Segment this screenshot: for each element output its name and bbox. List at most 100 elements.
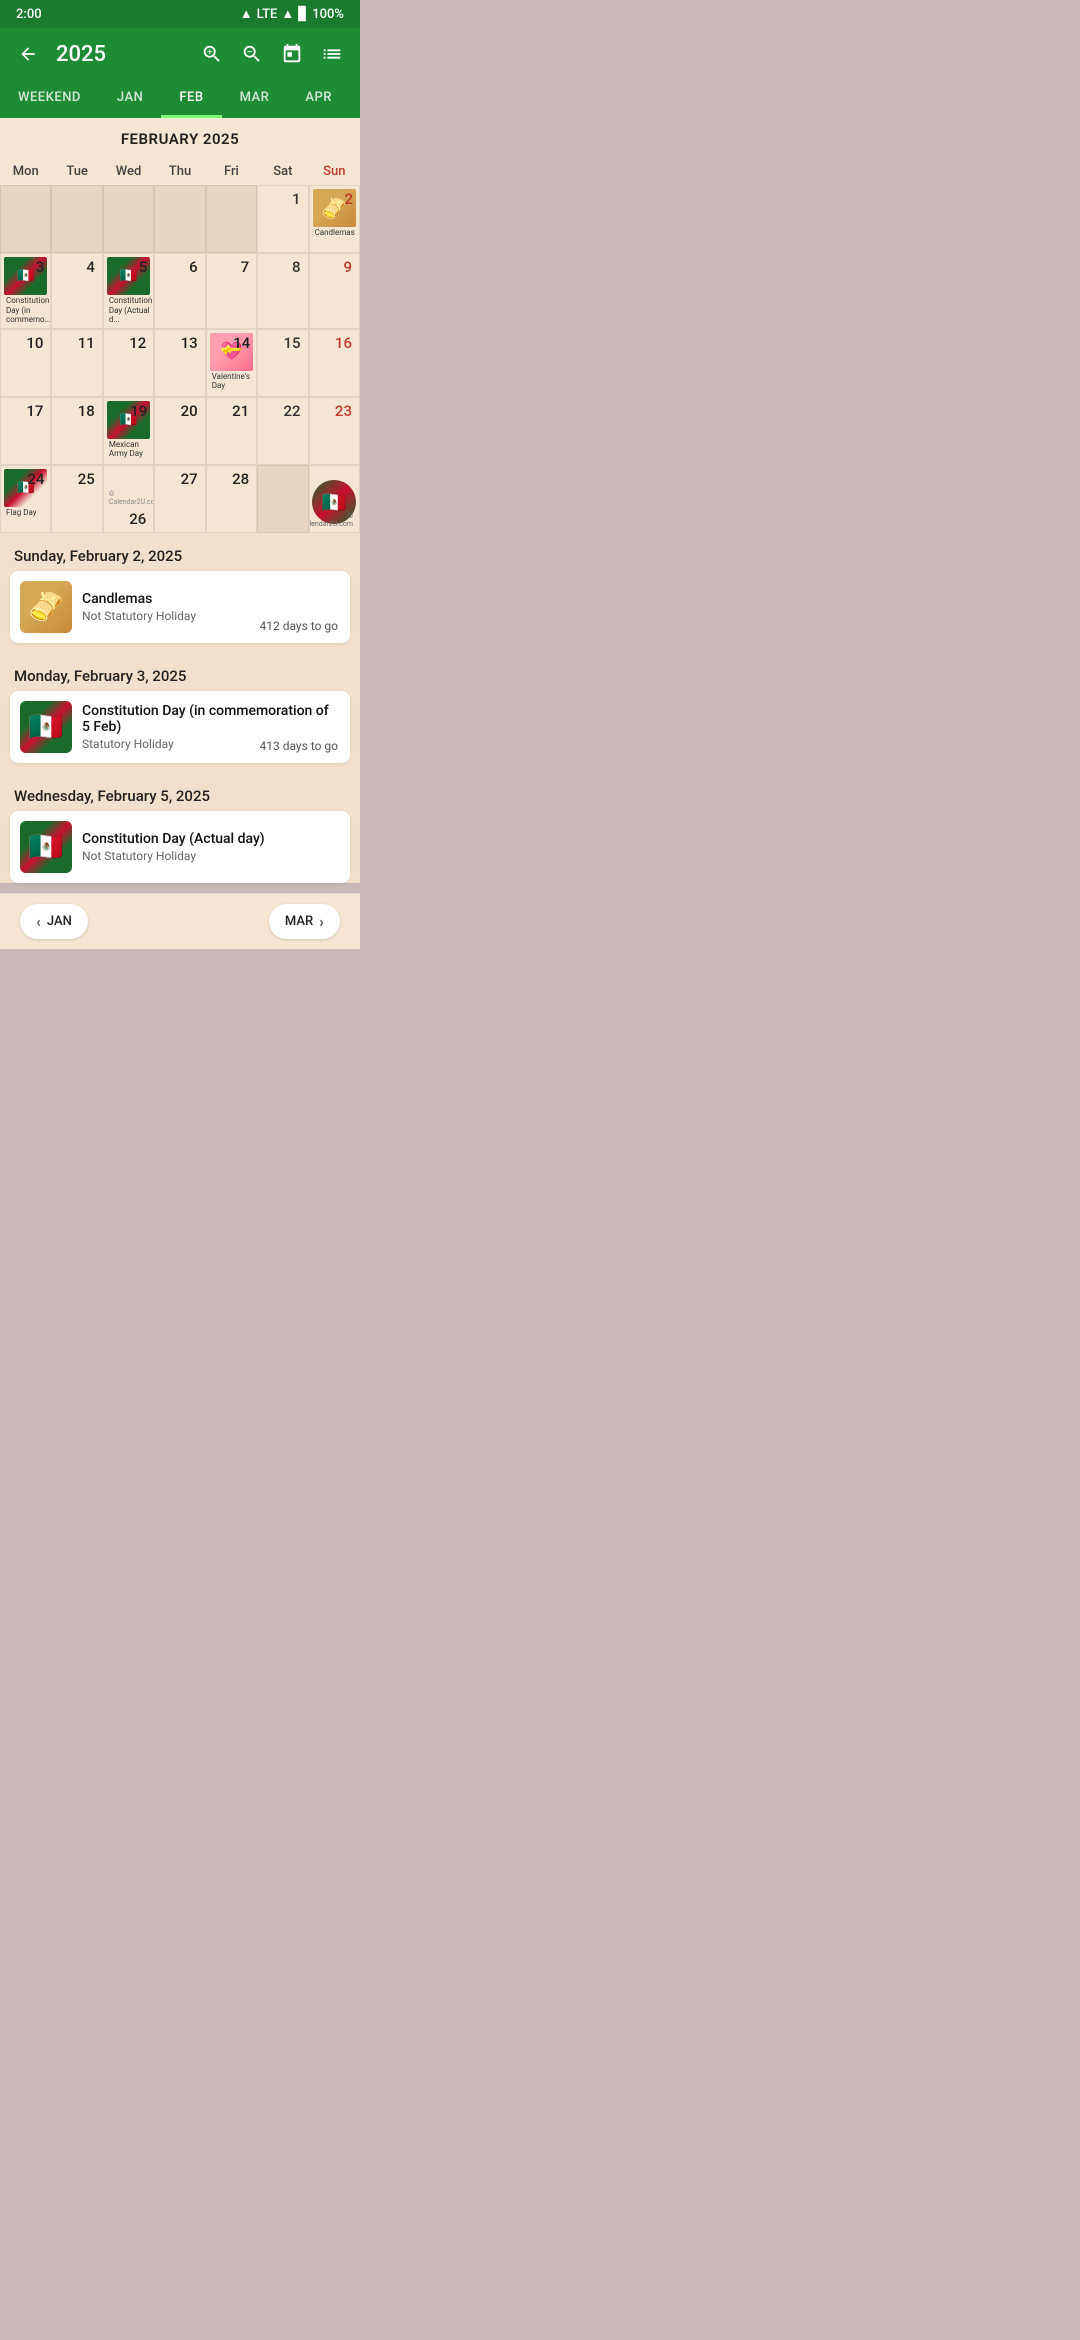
day-empty-2 [51,185,102,253]
toolbar: 2025 [0,28,360,80]
day-empty-sat [257,465,308,533]
header-mon: Mon [0,156,51,185]
tab-mar[interactable]: MAR [222,80,288,118]
event-days-constitution: 413 days to go [260,739,338,753]
copyright-text: © Calendar2U.com [309,510,357,530]
day-number-25: 25 [74,468,99,490]
day-headers: Mon Tue Wed Thu Fri Sat Sun [0,156,360,185]
day-8[interactable]: 8 [257,253,308,329]
day-number-12: 12 [125,332,150,354]
day-number-5: 5 [135,256,152,278]
day-empty-5 [206,185,257,253]
day-number-22: 22 [280,400,305,422]
day-number-2: 2 [340,188,357,210]
next-month-button[interactable]: MAR › [269,904,340,939]
day-14[interactable]: 💝 Valentine's Day 14 [206,329,257,397]
day-number-6: 6 [185,256,202,278]
tab-feb[interactable]: FEB [161,80,221,118]
day-16[interactable]: 16 [309,329,360,397]
day-10[interactable]: 10 [0,329,51,397]
day-number-19: 19 [126,400,151,422]
prev-month-label: JAN [47,914,72,929]
day-23[interactable]: 23 [309,397,360,465]
day-mexico-logo[interactable]: 🇲🇽 © Calendar2U.com [309,465,360,533]
back-button[interactable] [12,38,44,70]
next-month-label: MAR [285,914,313,929]
day-5[interactable]: 🇲🇽 Constitution Day (Actual d... 5 [103,253,154,329]
tab-jan[interactable]: JAN [99,80,161,118]
day-15[interactable]: 15 [257,329,308,397]
day-number-24: 24 [23,468,48,490]
lte-label: LTE [257,7,278,22]
day-number-15: 15 [280,332,305,354]
day-7[interactable]: 7 [206,253,257,329]
day-13[interactable]: 13 [154,329,205,397]
calendar: FEBRUARY 2025 Mon Tue Wed Thu Fri Sat Su… [0,118,360,533]
day-2[interactable]: 🫔 Candlemas 2 [309,185,360,253]
day-18[interactable]: 18 [51,397,102,465]
battery-icon: ▊ [298,7,308,22]
day-25[interactable]: 25 [51,465,102,533]
candlemas-label: Candlemas [313,227,357,239]
day-9[interactable]: 9 [309,253,360,329]
day-number-11: 11 [74,332,99,354]
zoom-out-button[interactable] [236,38,268,70]
event-card-candlemas[interactable]: 🫔 Candlemas Not Statutory Holiday 412 da… [10,571,350,643]
valentine-label: Valentine's Day [210,371,253,392]
event-title-candlemas: Candlemas [82,591,340,607]
day-21[interactable]: 21 [206,397,257,465]
tab-weekend[interactable]: WEEKEND [0,80,99,118]
signal-icon: ▲ [281,6,294,22]
event-card-constitution[interactable]: 🇲🇽 Constitution Day (in commemoration of… [10,691,350,763]
event-date-1: Sunday, February 2, 2025 [0,533,360,571]
event-card-constitution-actual[interactable]: 🇲🇽 Constitution Day (Actual day) Not Sta… [10,811,350,883]
day-28[interactable]: 28 [206,465,257,533]
day-empty-1 [0,185,51,253]
header-sat: Sat [257,156,308,185]
list-view-button[interactable] [316,38,348,70]
day-22[interactable]: 22 [257,397,308,465]
day-19[interactable]: 🇲🇽 Mexican Army Day 19 [103,397,154,465]
day-11[interactable]: 11 [51,329,102,397]
header-wed: Wed [103,156,154,185]
day-27[interactable]: 27 [154,465,205,533]
event-days-candlemas: 412 days to go [260,619,338,633]
day-3[interactable]: 🇲🇽 Constitution Day (in commemo... 3 [0,253,51,329]
status-bar: 2:00 ▲ LTE ▲ ▊ 100% [0,0,360,28]
day-6[interactable]: 6 [154,253,205,329]
day-1[interactable]: 1 [257,185,308,253]
page-title: 2025 [56,42,188,67]
day-number-20: 20 [177,400,202,422]
prev-month-button[interactable]: ‹ JAN [20,904,88,939]
wifi-icon: ▲ [240,6,253,22]
zoom-in-button[interactable] [196,38,228,70]
day-empty-3 [103,185,154,253]
day-number-27: 27 [177,468,202,490]
day-number-8: 8 [288,256,305,278]
day-number-3: 3 [32,256,49,278]
day-20[interactable]: 20 [154,397,205,465]
day-17[interactable]: 17 [0,397,51,465]
next-arrow-icon: › [319,912,324,931]
day-number-10: 10 [22,332,47,354]
constitution-label-3: Constitution Day (in commemo... [4,295,51,326]
day-number-17: 17 [22,400,47,422]
army-label: Mexican Army Day [107,439,150,460]
day-empty-4 [154,185,205,253]
calendar-view-button[interactable] [276,38,308,70]
battery-label: 100% [312,7,344,22]
event-title-constitution-actual: Constitution Day (Actual day) [82,831,340,847]
day-4[interactable]: 4 [51,253,102,329]
day-26[interactable]: © Calendar2U.com 26 [103,465,154,533]
day-number-9: 9 [339,256,356,278]
event-date-2: Monday, February 3, 2025 [0,653,360,691]
day-24[interactable]: 🇲🇽 Flag Day 24 [0,465,51,533]
header-fri: Fri [206,156,257,185]
day-12[interactable]: 12 [103,329,154,397]
calendar-grid: 1 🫔 Candlemas 2 🇲🇽 Constitution Day (in … [0,185,360,533]
tab-apr[interactable]: APR [287,80,350,118]
event-title-constitution: Constitution Day (in commemoration of 5 … [82,703,340,735]
prev-arrow-icon: ‹ [36,912,41,931]
event-subtitle-constitution-actual: Not Statutory Holiday [82,849,340,863]
day-number-16: 16 [331,332,356,354]
